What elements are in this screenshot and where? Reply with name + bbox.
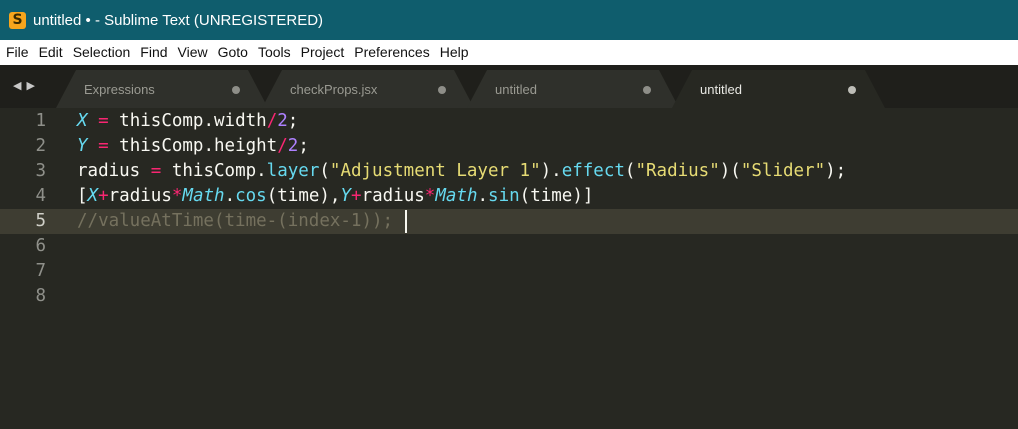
chevron-left-icon[interactable]: ◀ [13,79,21,92]
code-token: X [77,111,88,131]
code-text: [X+radius*Math.cos(time),Y+radius*Math.s… [77,184,593,209]
code-token: [ [77,186,88,206]
menu-tools[interactable]: Tools [253,40,296,65]
code-token: )( [719,161,741,181]
dirty-dot-icon[interactable] [232,86,240,94]
code-token: sin [488,186,520,206]
code-token: "Slider" [740,161,826,181]
code-text: //valueAtTime(time-(index-1)); [77,209,408,234]
code-line[interactable]: 3 radius = thisComp.layer("Adjustment Lay… [0,159,1018,184]
code-token: Y [77,136,88,156]
code-token: + [351,186,362,206]
code-token: = [98,111,109,131]
code-token: 2 [287,136,299,156]
code-token: (time), [266,186,341,206]
tab-nav: ◀ ▶ [13,79,35,92]
code-token: Y [340,186,352,206]
code-token: thisComp.height [108,136,278,156]
code-token: "Radius" [635,161,720,181]
code-token: ( [319,161,330,181]
menu-goto[interactable]: Goto [213,40,253,65]
menu-file[interactable]: File [0,40,34,65]
code-token: effect [561,161,625,181]
code-token: ; [287,111,299,131]
code-token: "Adjustment Layer 1" [329,161,541,181]
code-token: X [87,186,99,206]
dirty-dot-icon[interactable] [848,86,856,94]
code-token: thisComp. [161,161,267,181]
code-token: * [171,186,183,206]
dirty-dot-icon[interactable] [643,86,651,94]
code-token: ); [825,161,847,181]
menu-find[interactable]: Find [135,40,172,65]
code-token: 2 [277,111,288,131]
code-token: Math [182,186,225,206]
code-token: * [424,186,436,206]
menu-bar: File Edit Selection Find View Goto Tools… [0,40,1018,65]
code-line[interactable]: 5 //valueAtTime(time-(index-1)); [0,209,1018,234]
menu-view[interactable]: View [173,40,213,65]
text-cursor [405,209,408,233]
tab-label: checkProps.jsx [290,82,378,97]
chevron-right-icon[interactable]: ▶ [26,79,34,92]
menu-preferences[interactable]: Preferences [349,40,434,65]
code-token: = [150,161,162,181]
code-token: . [224,186,236,206]
code-token: ( [624,161,636,181]
code-token: / [266,111,278,131]
tab-expressions[interactable]: Expressions [56,70,268,108]
code-line[interactable]: 6 [0,234,1018,259]
code-token: / [277,136,288,156]
menu-edit[interactable]: Edit [34,40,68,65]
line-number: 5 [35,211,46,231]
code-token: cos [235,186,267,206]
code-token: radius [361,186,425,206]
code-text: X = thisComp.width/2; [77,109,298,134]
tab-label: Expressions [84,82,155,97]
code-line[interactable]: 8 [0,284,1018,309]
title-bar: S untitled • - Sublime Text (UNREGISTERE… [0,0,1018,40]
line-number: 3 [35,161,46,181]
code-token: ). [540,161,562,181]
code-line[interactable]: 2Y = thisComp.height/2; [0,134,1018,159]
line-number: 4 [35,186,46,206]
tab-untitled-1[interactable]: untitled [467,70,679,108]
menu-project[interactable]: Project [296,40,350,65]
code-line[interactable]: 1 X = thisComp.width/2; [0,109,1018,134]
code-token: Math [435,186,478,206]
code-token: radius [77,161,151,181]
code-line[interactable]: 4 [X+radius*Math.cos(time),Y+radius*Math.… [0,184,1018,209]
sublime-s-icon: S [9,11,26,29]
tab-untitled-2[interactable]: untitled [672,70,885,108]
tab-label: untitled [700,82,742,97]
code-token: + [98,186,109,206]
code-token: . [477,186,489,206]
dirty-dot-icon[interactable] [438,86,446,94]
code-editor[interactable]: 1X = thisComp.width/2; 2 Y = thisComp.heig… [0,108,1018,429]
menu-selection[interactable]: Selection [68,40,136,65]
code-text: Y = thisComp.height/2; [77,134,309,159]
tab-label: untitled [495,82,537,97]
code-token: radius [108,186,172,206]
code-token: ; [298,136,309,156]
window-title: untitled • - Sublime Text (UNREGISTERED) [33,11,324,29]
code-line[interactable]: 7 [0,259,1018,284]
code-token: //valueAtTime(time-(index-1)); [77,211,394,231]
code-text: radius = thisComp.layer("Adjustment Laye… [77,159,846,184]
tab-checkprops[interactable]: checkProps.jsx [262,70,474,108]
line-number: 8 [35,286,46,306]
line-number: 1 [35,111,46,131]
code-token: = [98,136,109,156]
line-number: 6 [35,236,46,256]
code-token: (time)] [519,186,594,206]
line-number: 7 [35,261,46,281]
code-token: layer [266,161,320,181]
code-token: thisComp.width [108,111,267,131]
line-number: 2 [35,136,46,156]
tab-bar: ◀ ▶ Expressions checkProps.jsx untitled … [0,65,1018,108]
menu-help[interactable]: Help [435,40,474,65]
